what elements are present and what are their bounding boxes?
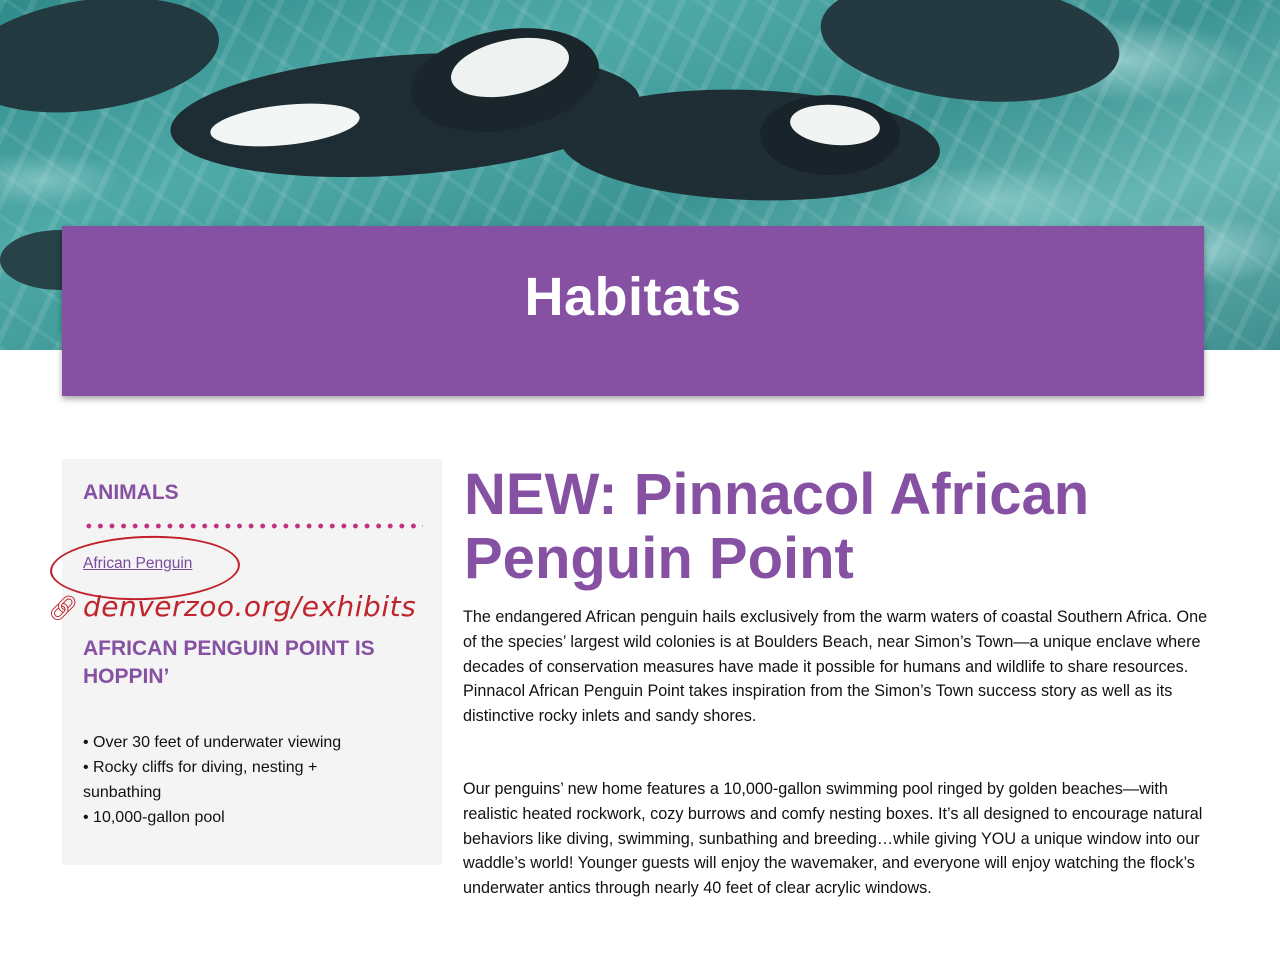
- link-chain-icon: 🔗︎: [48, 594, 79, 622]
- page-title-banner: Habitats: [62, 226, 1204, 396]
- annotation-url: 🔗︎ denverzoo.org/exhibits: [48, 590, 416, 623]
- article-paragraph: The endangered African penguin hails exc…: [463, 608, 1208, 726]
- annotation-url-text: denverzoo.org/exhibits: [82, 590, 417, 623]
- sidebar-subheading: AFRICAN PENGUIN POINT IS HOPPIN’: [83, 637, 375, 688]
- feature-item: • Over 30 feet of underwater viewing: [83, 734, 342, 751]
- feature-item: • Rocky cliffs for diving, nesting + sun…: [83, 759, 318, 801]
- article-paragraph: Our penguins’ new home features a 10,000…: [463, 780, 1203, 898]
- article-title: NEW: Pinnacol African Penguin Point: [464, 462, 1090, 591]
- penguin-shape: [814, 0, 1126, 116]
- feature-item: • 10,000-gallon pool: [83, 809, 225, 826]
- sidebar-heading: ANIMALS: [83, 481, 179, 504]
- dotted-divider: [83, 523, 423, 529]
- sidebar: ANIMALS African Penguin AFRICAN PENGUIN …: [62, 459, 442, 865]
- page-title: Habitats: [524, 267, 742, 327]
- feature-list: • Over 30 feet of underwater viewing • R…: [83, 730, 383, 830]
